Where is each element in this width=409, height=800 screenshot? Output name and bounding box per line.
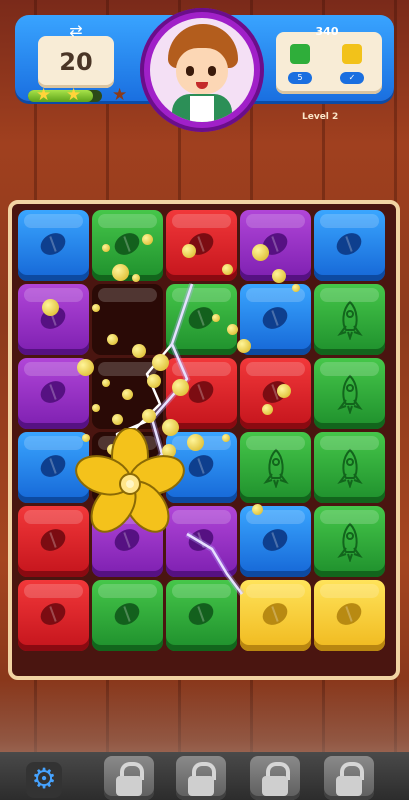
bean-icon <box>258 302 292 334</box>
tile-blue-bean[interactable] <box>18 210 89 281</box>
swap-icon: ⇄ <box>69 21 83 40</box>
tile-green-rocket[interactable] <box>240 432 311 503</box>
spark-particle <box>132 344 146 358</box>
tile-green-bean[interactable] <box>166 580 237 651</box>
tile-green-rocket[interactable] <box>314 432 385 503</box>
spark-particle <box>102 244 110 252</box>
avatar-eye-left <box>186 66 194 76</box>
bean-icon <box>332 598 366 630</box>
goal-yellow-icon <box>342 44 362 64</box>
spark-particle <box>112 264 129 281</box>
bean-icon <box>258 524 292 556</box>
lock-icon-body <box>188 776 214 796</box>
level-label: Level 2 <box>302 112 339 122</box>
tile-yellow-bean[interactable] <box>240 580 311 651</box>
bean-icon <box>184 376 218 408</box>
tile-blue-bean[interactable] <box>240 506 311 577</box>
pinwheel-icon[interactable] <box>74 428 186 540</box>
spark-particle <box>182 244 196 258</box>
rocket-icon <box>337 374 363 414</box>
bean-icon <box>36 228 70 260</box>
spark-particle <box>262 404 273 415</box>
spark-particle <box>142 234 153 245</box>
spark-particle <box>222 434 230 442</box>
spark-particle <box>92 404 100 412</box>
rocket-icon <box>263 448 289 488</box>
game-board <box>8 200 400 680</box>
player-avatar[interactable] <box>150 18 254 122</box>
rocket-icon <box>337 522 363 562</box>
star-icon-1: ★ <box>36 85 52 105</box>
bean-icon <box>36 376 70 408</box>
tile-green-rocket[interactable] <box>314 358 385 429</box>
tile-green-bean[interactable] <box>92 580 163 651</box>
settings-gear-icon[interactable]: ⚙ <box>26 762 62 798</box>
tile-empty[interactable] <box>92 284 163 355</box>
bean-icon <box>184 450 218 482</box>
rocket-icon <box>337 448 363 488</box>
spark-particle <box>237 339 251 353</box>
tile-green-rocket[interactable] <box>314 506 385 577</box>
spark-particle <box>187 434 204 451</box>
tile-green-bean[interactable] <box>166 284 237 355</box>
tile-red-bean[interactable] <box>240 358 311 429</box>
tile-blue-bean[interactable] <box>314 210 385 281</box>
spark-particle <box>227 324 238 335</box>
spark-particle <box>132 274 140 282</box>
spark-particle <box>252 244 269 261</box>
bean-icon <box>184 598 218 630</box>
lock-icon-body <box>262 776 288 796</box>
moves-counter: ⇄ 20 <box>38 22 114 88</box>
spark-particle <box>107 334 118 345</box>
avatar-eye-right <box>208 66 216 76</box>
spark-particle <box>102 379 110 387</box>
moves-remaining: 20 <box>59 48 93 76</box>
bean-icon <box>332 228 366 260</box>
spark-particle <box>77 359 94 376</box>
spark-particle <box>92 304 100 312</box>
goal-yellow-check: ✓ <box>340 72 364 84</box>
goal-green-icon <box>290 44 310 64</box>
spark-particle <box>147 374 161 388</box>
spark-particle <box>252 504 263 515</box>
avatar-shirt <box>190 96 214 122</box>
score-value: 340 <box>315 25 339 38</box>
locked-booster-3[interactable] <box>250 756 300 800</box>
locked-booster-4[interactable] <box>324 756 374 800</box>
bean-icon <box>110 228 144 260</box>
tile-red-bean[interactable] <box>18 580 89 651</box>
bean-icon <box>36 598 70 630</box>
bean-icon <box>36 450 70 482</box>
locked-booster-1[interactable] <box>104 756 154 800</box>
spark-particle <box>152 354 169 371</box>
spark-particle <box>222 264 233 275</box>
bean-icon <box>258 598 292 630</box>
bean-icon <box>36 524 70 556</box>
spark-particle <box>172 379 189 396</box>
spark-particle <box>212 314 220 322</box>
goal-green-count: 5 <box>288 72 312 84</box>
lock-icon-body <box>336 776 362 796</box>
spark-particle <box>272 269 286 283</box>
spark-particle <box>42 299 59 316</box>
tile-yellow-bean[interactable] <box>314 580 385 651</box>
star-icon-2: ★ <box>66 85 82 105</box>
spark-particle <box>142 409 156 423</box>
spark-particle <box>292 284 300 292</box>
bean-icon <box>184 524 218 556</box>
spark-particle <box>112 414 123 425</box>
spark-particle <box>122 389 133 400</box>
tile-green-rocket[interactable] <box>314 284 385 355</box>
tile-purple-bean[interactable] <box>18 284 89 355</box>
bean-icon <box>110 598 144 630</box>
lock-icon-body <box>116 776 142 796</box>
spark-particle <box>277 384 291 398</box>
star-icon-3: ★ <box>112 85 128 105</box>
locked-booster-2[interactable] <box>176 756 226 800</box>
rocket-icon <box>337 300 363 340</box>
